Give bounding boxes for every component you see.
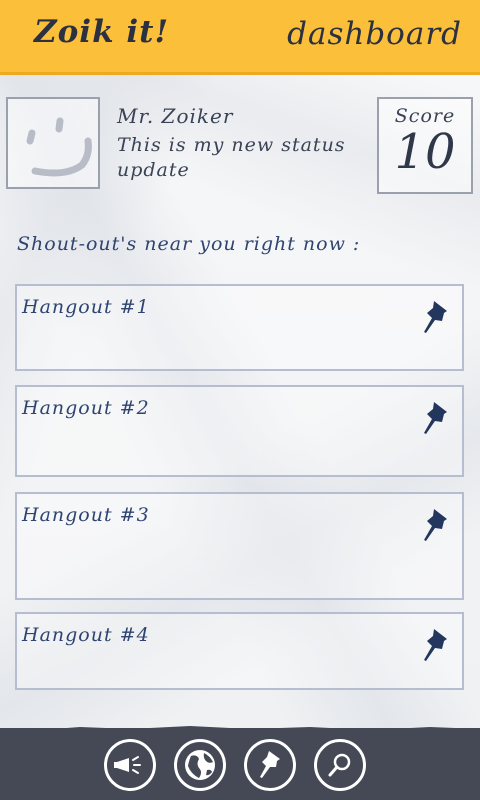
section-heading: Shout-out's near you right now : xyxy=(17,233,361,255)
avatar[interactable] xyxy=(6,97,100,189)
pushpin-icon[interactable] xyxy=(420,298,452,336)
hangout-card[interactable]: Hangout #4 xyxy=(15,612,464,690)
score-box: Score 10 xyxy=(377,97,473,194)
pushpin-icon[interactable] xyxy=(420,626,452,664)
hangout-title: Hangout #3 xyxy=(22,504,150,526)
page-title: dashboard xyxy=(287,16,462,52)
header-bar: Zoik it! dashboard xyxy=(0,0,480,75)
user-name: Mr. Zoiker xyxy=(117,104,234,128)
app-bar xyxy=(0,728,480,800)
search-button[interactable] xyxy=(314,739,366,791)
app-title: Zoik it! xyxy=(34,14,170,50)
explore-button[interactable] xyxy=(174,739,226,791)
status-text: This is my new status update xyxy=(117,134,346,181)
pushpin-icon xyxy=(260,751,280,778)
hangout-card[interactable]: Hangout #3 xyxy=(15,492,464,600)
megaphone-icon xyxy=(114,756,141,774)
globe-icon xyxy=(185,750,215,780)
pushpin-icon[interactable] xyxy=(420,399,452,437)
pushpin-icon[interactable] xyxy=(420,506,452,544)
hangout-title: Hangout #1 xyxy=(22,296,150,318)
search-icon xyxy=(328,753,351,777)
smiley-icon xyxy=(26,117,92,177)
score-value: 10 xyxy=(394,124,456,180)
pin-button[interactable] xyxy=(244,739,296,791)
hangout-card[interactable]: Hangout #1 xyxy=(15,284,464,371)
hangout-title: Hangout #4 xyxy=(22,624,150,646)
shout-button[interactable] xyxy=(104,739,156,791)
hangout-card[interactable]: Hangout #2 xyxy=(15,385,464,477)
hangout-title: Hangout #2 xyxy=(22,397,150,419)
